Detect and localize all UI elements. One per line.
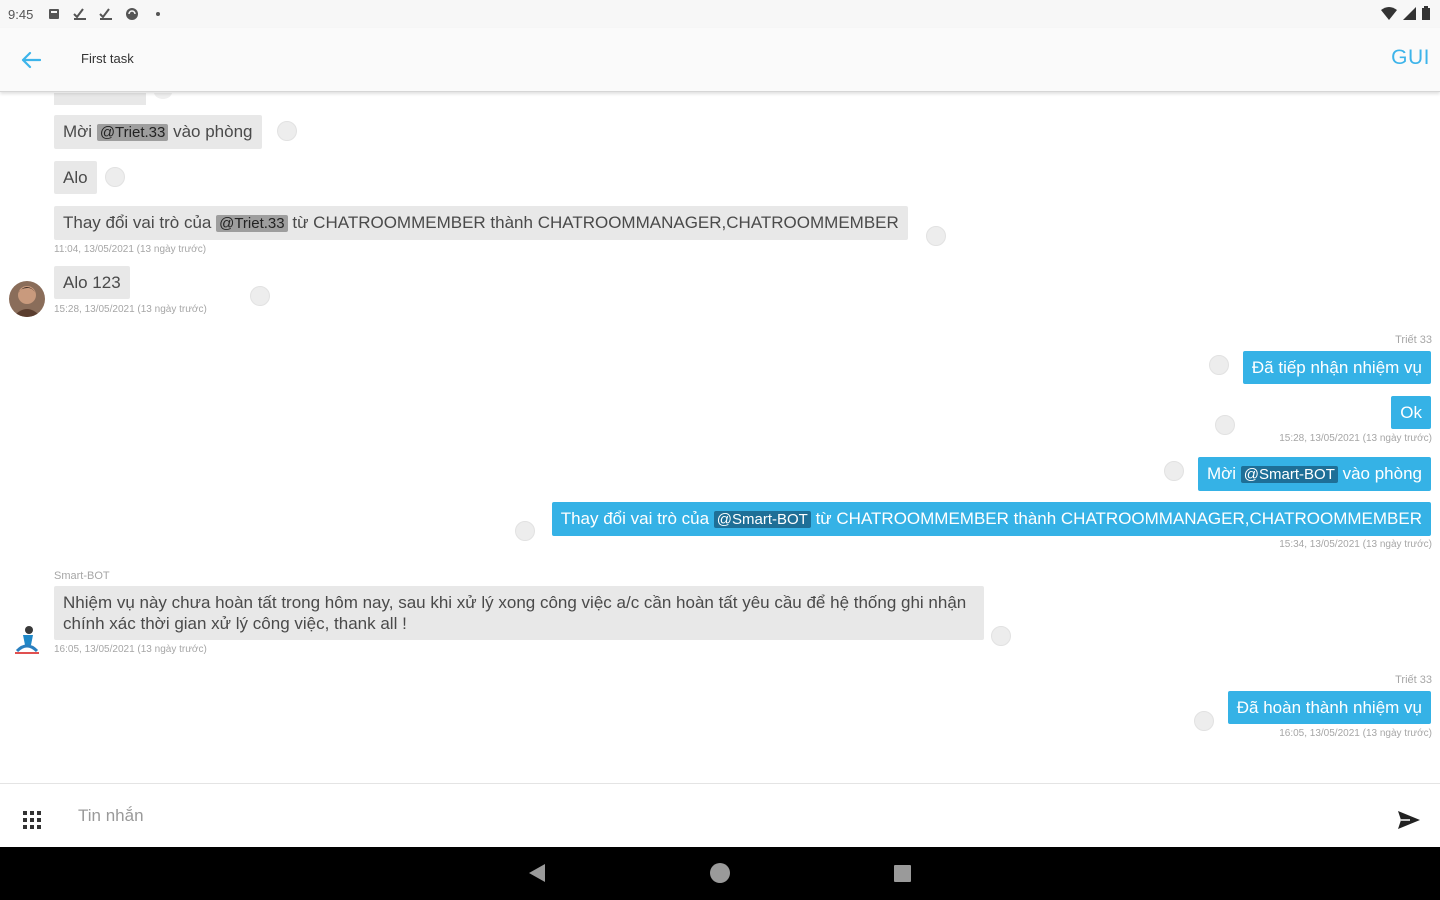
nav-back-icon[interactable] xyxy=(528,863,546,888)
message-bubble[interactable]: Thay đổi vai trò của @Smart-BOT từ CHATR… xyxy=(551,502,1431,536)
message-timestamp: 16:05, 13/05/2021 (13 ngày trước) xyxy=(1279,728,1432,739)
message-timestamp: 15:28, 13/05/2021 (13 ngày trước) xyxy=(54,304,207,315)
message-text: Đã hoàn thành nhiệm vụ xyxy=(1236,698,1422,717)
reaction-icon[interactable] xyxy=(991,626,1011,646)
reaction-icon[interactable] xyxy=(154,93,172,99)
notification-icon xyxy=(47,7,61,21)
message-text: vào phòng xyxy=(1342,464,1422,483)
message-text: Alo 123 xyxy=(63,273,121,292)
sync-icon xyxy=(125,7,139,21)
reaction-icon[interactable] xyxy=(277,121,297,141)
app-bar: First task GUI xyxy=(0,28,1440,92)
status-bar: 9:45 xyxy=(0,0,1440,28)
mention-tag[interactable]: @Smart-BOT xyxy=(713,511,811,528)
reaction-icon[interactable] xyxy=(926,226,946,246)
sender-name: Triết 33 xyxy=(1395,674,1432,686)
apps-grid-icon[interactable] xyxy=(22,810,42,830)
message-timestamp: 11:04, 13/05/2021 (13 ngày trước) xyxy=(54,244,207,255)
message-bubble[interactable]: Alo xyxy=(54,161,97,194)
message-text: Mời xyxy=(1206,464,1237,483)
reaction-icon[interactable] xyxy=(515,521,535,541)
mention-tag[interactable]: @Triet.33 xyxy=(216,215,288,232)
dot-icon xyxy=(151,7,165,21)
message-timestamp: 15:28, 13/05/2021 (13 ngày trước) xyxy=(1279,433,1432,444)
task-check-icon xyxy=(99,7,113,21)
sender-name: Triết 33 xyxy=(1395,334,1432,346)
battery-icon xyxy=(1422,6,1430,23)
message-bubble[interactable]: Đã hoàn thành nhiệm vụ xyxy=(1227,691,1431,724)
chat-message-list[interactable]: Mời @Triet.33 vào phòng Alo Thay đổi vai… xyxy=(0,93,1440,783)
message-text: Ok xyxy=(1400,403,1422,422)
send-button-top[interactable]: GUI xyxy=(1391,46,1430,70)
reaction-icon[interactable] xyxy=(1194,711,1214,731)
avatar[interactable] xyxy=(9,281,45,317)
message-timestamp: 16:05, 13/05/2021 (13 ngày trước) xyxy=(54,644,207,655)
message-text: từ CHATROOMMEMBER thành CHATROOMMANAGER,… xyxy=(815,509,1422,528)
mention-tag[interactable]: @Triet.33 xyxy=(96,124,169,141)
message-text: Alo xyxy=(63,168,88,187)
message-bubble[interactable]: Alo 123 xyxy=(54,266,130,299)
back-button[interactable] xyxy=(16,46,46,74)
message-text: Mời xyxy=(63,122,93,141)
sender-name: Smart-BOT xyxy=(54,570,110,582)
message-bubble[interactable]: Mời @Smart-BOT vào phòng xyxy=(1197,457,1431,491)
page-title: First task xyxy=(81,51,134,66)
arrow-left-icon xyxy=(21,51,41,69)
status-time: 9:45 xyxy=(8,6,34,22)
reaction-icon[interactable] xyxy=(1209,355,1229,375)
message-bubble-partial xyxy=(54,93,146,105)
reaction-icon[interactable] xyxy=(105,167,125,187)
message-bubble[interactable]: Thay đổi vai trò của @Triet.33 từ CHATRO… xyxy=(54,206,908,240)
wifi-icon xyxy=(1381,6,1397,23)
message-text: từ CHATROOMMEMBER thành CHATROOMMANAGER,… xyxy=(292,213,899,232)
reaction-icon[interactable] xyxy=(1215,415,1235,435)
send-icon[interactable] xyxy=(1396,808,1422,832)
reaction-icon[interactable] xyxy=(250,286,270,306)
message-bubble[interactable]: Ok xyxy=(1391,396,1431,429)
message-bubble[interactable]: Đã tiếp nhận nhiệm vụ xyxy=(1242,351,1431,384)
signal-icon xyxy=(1403,6,1416,23)
message-bubble[interactable]: Nhiệm vụ này chưa hoàn tất trong hôm nay… xyxy=(54,586,984,640)
mention-tag[interactable]: @Smart-BOT xyxy=(1240,466,1338,483)
task-check-icon xyxy=(73,7,87,21)
message-text: vào phòng xyxy=(173,122,253,141)
message-timestamp: 15:34, 13/05/2021 (13 ngày trước) xyxy=(1279,539,1432,550)
message-input[interactable] xyxy=(68,800,1368,832)
reaction-icon[interactable] xyxy=(1164,461,1184,481)
system-nav-bar xyxy=(0,847,1440,900)
nav-recent-apps-icon[interactable] xyxy=(894,865,911,882)
bot-avatar[interactable] xyxy=(9,621,45,657)
message-text: Đã tiếp nhận nhiệm vụ xyxy=(1251,358,1422,377)
composer-bar xyxy=(0,783,1440,847)
nav-home-icon[interactable] xyxy=(710,863,730,883)
message-text: Nhiệm vụ này chưa hoàn tất trong hôm nay… xyxy=(63,593,967,633)
message-text: Thay đổi vai trò của xyxy=(560,509,710,528)
message-bubble[interactable]: Mời @Triet.33 vào phòng xyxy=(54,115,262,149)
message-text: Thay đổi vai trò của xyxy=(63,213,212,232)
